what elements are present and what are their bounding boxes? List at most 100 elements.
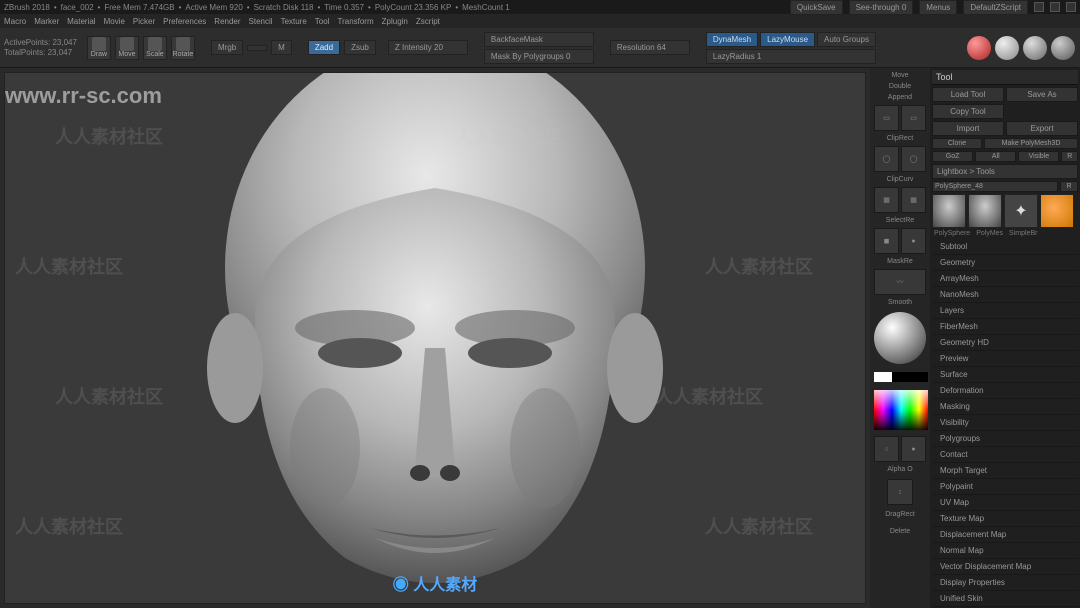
material-preview[interactable] <box>874 312 926 364</box>
rgb-toggle[interactable] <box>247 45 267 51</box>
clone-button[interactable]: Clone <box>932 138 982 149</box>
section-unified-skin[interactable]: Unified Skin <box>932 591 1078 607</box>
clipcurv-icon[interactable]: ◯ <box>874 146 899 172</box>
section-polygroups[interactable]: Polygroups <box>932 431 1078 447</box>
maximize-icon[interactable] <box>1050 2 1060 12</box>
head-model[interactable] <box>125 72 745 604</box>
clipcircl-icon[interactable]: ◯ <box>901 146 926 172</box>
menu-movie[interactable]: Movie <box>104 17 125 26</box>
dynamesh-toggle[interactable]: DynaMesh <box>706 32 758 47</box>
section-subtool[interactable]: Subtool <box>932 239 1078 255</box>
section-contact[interactable]: Contact <box>932 447 1078 463</box>
section-geometry-hd[interactable]: Geometry HD <box>932 335 1078 351</box>
section-geometry[interactable]: Geometry <box>932 255 1078 271</box>
thumb-head2[interactable] <box>968 194 1002 228</box>
section-display-properties[interactable]: Display Properties <box>932 575 1078 591</box>
color-swatches[interactable] <box>874 372 928 382</box>
menu-stencil[interactable]: Stencil <box>249 17 273 26</box>
backface-toggle[interactable]: BackfaceMask <box>484 32 594 47</box>
menu-zplugin[interactable]: Zplugin <box>382 17 408 26</box>
menu-marker[interactable]: Marker <box>34 17 59 26</box>
mrgb-toggle[interactable]: Mrgb <box>211 40 243 55</box>
material-matcap[interactable] <box>1023 36 1047 60</box>
close-icon[interactable] <box>1066 2 1076 12</box>
make-polymesh-button[interactable]: Make PolyMesh3D <box>984 138 1078 149</box>
maskre-icon[interactable]: ◼ <box>874 228 899 254</box>
copy-tool-button[interactable]: Copy Tool <box>932 104 1004 119</box>
section-displacement-map[interactable]: Displacement Map <box>932 527 1078 543</box>
r2-button[interactable]: R <box>1060 181 1078 192</box>
default-script[interactable]: DefaultZScript <box>963 0 1028 15</box>
lazyradius-slider[interactable]: LazyRadius 1 <box>706 49 876 64</box>
zadd-toggle[interactable]: Zadd <box>308 40 340 55</box>
menu-transform[interactable]: Transform <box>337 17 373 26</box>
selectla-icon[interactable]: ▦ <box>901 187 926 213</box>
m-toggle[interactable]: M <box>271 40 292 55</box>
cliprect2-icon[interactable]: ▭ <box>901 105 926 131</box>
selectre-icon[interactable]: ▦ <box>874 187 899 213</box>
dragrect-icon[interactable]: ↕ <box>887 479 913 505</box>
section-nanomesh[interactable]: NanoMesh <box>932 287 1078 303</box>
menu-macro[interactable]: Macro <box>4 17 26 26</box>
resolution-slider[interactable]: Resolution 64 <box>610 40 690 55</box>
zsub-toggle[interactable]: Zsub <box>344 40 376 55</box>
polysphere-label[interactable]: PolySphere_48 <box>932 181 1058 192</box>
section-preview[interactable]: Preview <box>932 351 1078 367</box>
scale-button[interactable]: Scale <box>143 36 167 60</box>
section-layers[interactable]: Layers <box>932 303 1078 319</box>
material-red[interactable] <box>967 36 991 60</box>
alpha6-icon[interactable]: ● <box>901 436 926 462</box>
all-button[interactable]: All <box>975 151 1016 162</box>
quicksave-button[interactable]: QuickSave <box>790 0 843 15</box>
material-basic[interactable] <box>1051 36 1075 60</box>
viewport[interactable]: www.rr-sc.com 人人素材社区 人人素材社区 人人素材社区 人人素材社… <box>4 72 866 604</box>
minimize-icon[interactable] <box>1034 2 1044 12</box>
menu-preferences[interactable]: Preferences <box>163 17 206 26</box>
r-button[interactable]: R <box>1061 151 1078 162</box>
menus-button[interactable]: Menus <box>919 0 957 15</box>
lightbox-button[interactable]: Lightbox > Tools <box>932 164 1078 179</box>
export-button[interactable]: Export <box>1006 121 1078 136</box>
thumb-head[interactable] <box>932 194 966 228</box>
move-button[interactable]: Move <box>115 36 139 60</box>
section-polypaint[interactable]: Polypaint <box>932 479 1078 495</box>
lazymouse-toggle[interactable]: LazyMouse <box>760 32 815 47</box>
alpha0-icon[interactable]: ○ <box>874 436 899 462</box>
autogroups-button[interactable]: Auto Groups <box>817 32 876 47</box>
save-as-button[interactable]: Save As <box>1006 87 1078 102</box>
section-fibermesh[interactable]: FiberMesh <box>932 319 1078 335</box>
zintensity-slider[interactable]: Z Intensity 20 <box>388 40 468 55</box>
menu-zscript[interactable]: Zscript <box>416 17 440 26</box>
section-surface[interactable]: Surface <box>932 367 1078 383</box>
section-arraymesh[interactable]: ArrayMesh <box>932 271 1078 287</box>
section-masking[interactable]: Masking <box>932 399 1078 415</box>
section-normal-map[interactable]: Normal Map <box>932 543 1078 559</box>
section-deformation[interactable]: Deformation <box>932 383 1078 399</box>
import-button[interactable]: Import <box>932 121 1004 136</box>
section-morph-target[interactable]: Morph Target <box>932 463 1078 479</box>
section-vector-displacement-map[interactable]: Vector Displacement Map <box>932 559 1078 575</box>
menu-picker[interactable]: Picker <box>133 17 155 26</box>
maskcirc-icon[interactable]: ● <box>901 228 926 254</box>
rotate-button[interactable]: Rotate <box>171 36 195 60</box>
draw-button[interactable]: Draw <box>87 36 111 60</box>
cliprect-icon[interactable]: ▭ <box>874 105 899 131</box>
mask-polygroups-slider[interactable]: Mask By Polygroups 0 <box>484 49 594 64</box>
section-texture-map[interactable]: Texture Map <box>932 511 1078 527</box>
delete-label[interactable]: Delete <box>874 528 926 535</box>
visible-button[interactable]: Visible <box>1018 151 1059 162</box>
section-visibility[interactable]: Visibility <box>932 415 1078 431</box>
section-uv-map[interactable]: UV Map <box>932 495 1078 511</box>
thumb-star[interactable]: ✦ <box>1004 194 1038 228</box>
menu-render[interactable]: Render <box>214 17 240 26</box>
smooth-icon[interactable]: 〰 <box>874 269 926 295</box>
menu-tool[interactable]: Tool <box>315 17 330 26</box>
goz-button[interactable]: GoZ <box>932 151 973 162</box>
menu-material[interactable]: Material <box>67 17 95 26</box>
thumb-cylinder[interactable] <box>1040 194 1074 228</box>
material-gray[interactable] <box>995 36 1019 60</box>
load-tool-button[interactable]: Load Tool <box>932 87 1004 102</box>
color-gradient[interactable] <box>874 390 928 430</box>
menu-texture[interactable]: Texture <box>281 17 307 26</box>
seethrough-slider[interactable]: See-through 0 <box>849 0 914 15</box>
